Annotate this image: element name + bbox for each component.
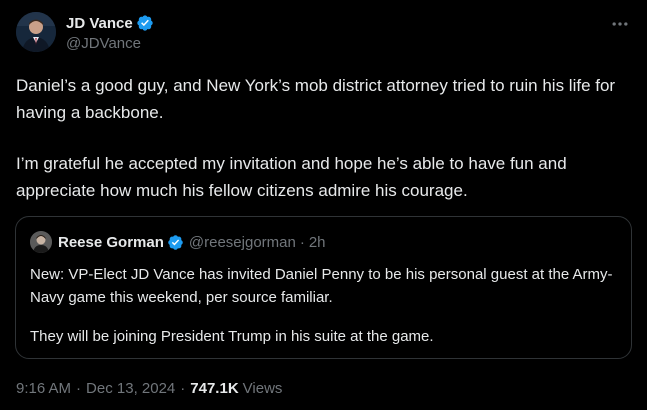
author-avatar[interactable] xyxy=(16,12,56,52)
tweet-date[interactable]: Dec 13, 2024 xyxy=(86,380,175,397)
separator-dot: · xyxy=(76,380,82,397)
tweet-header: JD Vance @JDVance xyxy=(16,12,631,56)
tweet-text: Daniel’s a good guy, and New York’s mob … xyxy=(16,72,636,204)
tweet-meta: 9:16 AM · Dec 13, 2024 · 747.1K Views xyxy=(16,380,282,397)
verified-badge-icon[interactable] xyxy=(167,234,184,251)
quoted-tweet-time[interactable]: 2h xyxy=(309,234,326,251)
quoted-tweet[interactable]: Reese Gorman @reesejgorman · 2h New: VP-… xyxy=(15,216,632,359)
author-handle[interactable]: @JDVance xyxy=(66,35,154,52)
quoted-tweet-header: Reese Gorman @reesejgorman · 2h xyxy=(30,231,326,253)
tweet-paragraph: I’m grateful he accepted my invitation a… xyxy=(16,154,567,200)
separator-dot: · xyxy=(299,233,305,251)
quoted-author-avatar[interactable] xyxy=(30,231,52,253)
tweet: JD Vance @JDVance Daniel’s a good guy, a… xyxy=(0,0,647,410)
tweet-paragraph: Daniel’s a good guy, and New York’s mob … xyxy=(16,76,616,122)
separator-dot: · xyxy=(180,380,186,397)
tweet-time[interactable]: 9:16 AM xyxy=(16,380,71,397)
quoted-tweet-paragraph: New: VP-Elect JD Vance has invited Danie… xyxy=(30,266,613,306)
views-count[interactable]: 747.1K xyxy=(190,380,238,397)
quoted-author-display-name[interactable]: Reese Gorman xyxy=(58,234,164,251)
more-options-button[interactable] xyxy=(609,14,631,34)
quoted-tweet-text: New: VP-Elect JD Vance has invited Danie… xyxy=(30,263,620,348)
more-horizontal-icon xyxy=(612,22,628,26)
quoted-author-handle[interactable]: @reesejgorman xyxy=(189,234,296,251)
verified-badge-icon[interactable] xyxy=(136,14,154,32)
author-name-row: JD Vance xyxy=(66,13,154,33)
quoted-tweet-paragraph: They will be joining President Trump in … xyxy=(30,328,434,345)
author-info: JD Vance @JDVance xyxy=(66,13,154,52)
views-label: Views xyxy=(242,380,283,397)
author-display-name[interactable]: JD Vance xyxy=(66,15,133,32)
